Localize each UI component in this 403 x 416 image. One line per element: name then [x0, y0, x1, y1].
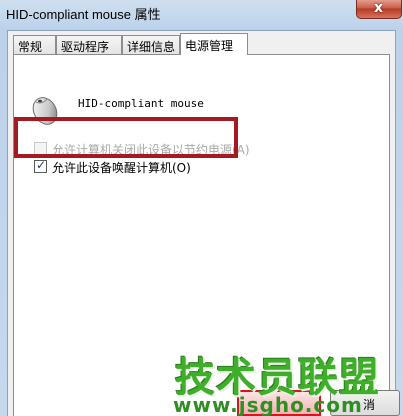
- tab-details-label: 详细信息: [127, 40, 176, 54]
- checkmark-icon: ✓: [36, 158, 47, 172]
- title-bar: HID-compliant mouse 属性 x: [0, 0, 403, 24]
- tab-details[interactable]: 详细信息: [122, 35, 180, 54]
- tab-power-management[interactable]: 电源管理: [180, 33, 248, 55]
- watermark-url: www.jsgho.com: [173, 393, 363, 416]
- highlight-box: [14, 117, 238, 158]
- watermark-logo: 技术员联盟 www.jsgho.com: [165, 343, 403, 416]
- tab-driver-label: 驱动程序: [61, 40, 110, 54]
- tab-general-label: 常规: [18, 40, 43, 54]
- tab-power-management-label: 电源管理: [185, 39, 234, 53]
- tab-general[interactable]: 常规: [13, 35, 56, 54]
- allow-wake-checkbox[interactable]: ✓: [34, 158, 47, 173]
- properties-dialog: HID-compliant mouse 属性 x 常规 驱动程序 详细信息 电源…: [0, 0, 403, 416]
- allow-wake-label: 允许此设备唤醒计算机(O): [52, 161, 191, 175]
- tab-driver[interactable]: 驱动程序: [56, 35, 122, 54]
- device-name: HID-compliant mouse: [78, 97, 204, 110]
- close-icon: x: [374, 0, 384, 16]
- window-title: HID-compliant mouse 属性: [6, 7, 161, 22]
- close-button[interactable]: x: [356, 0, 402, 19]
